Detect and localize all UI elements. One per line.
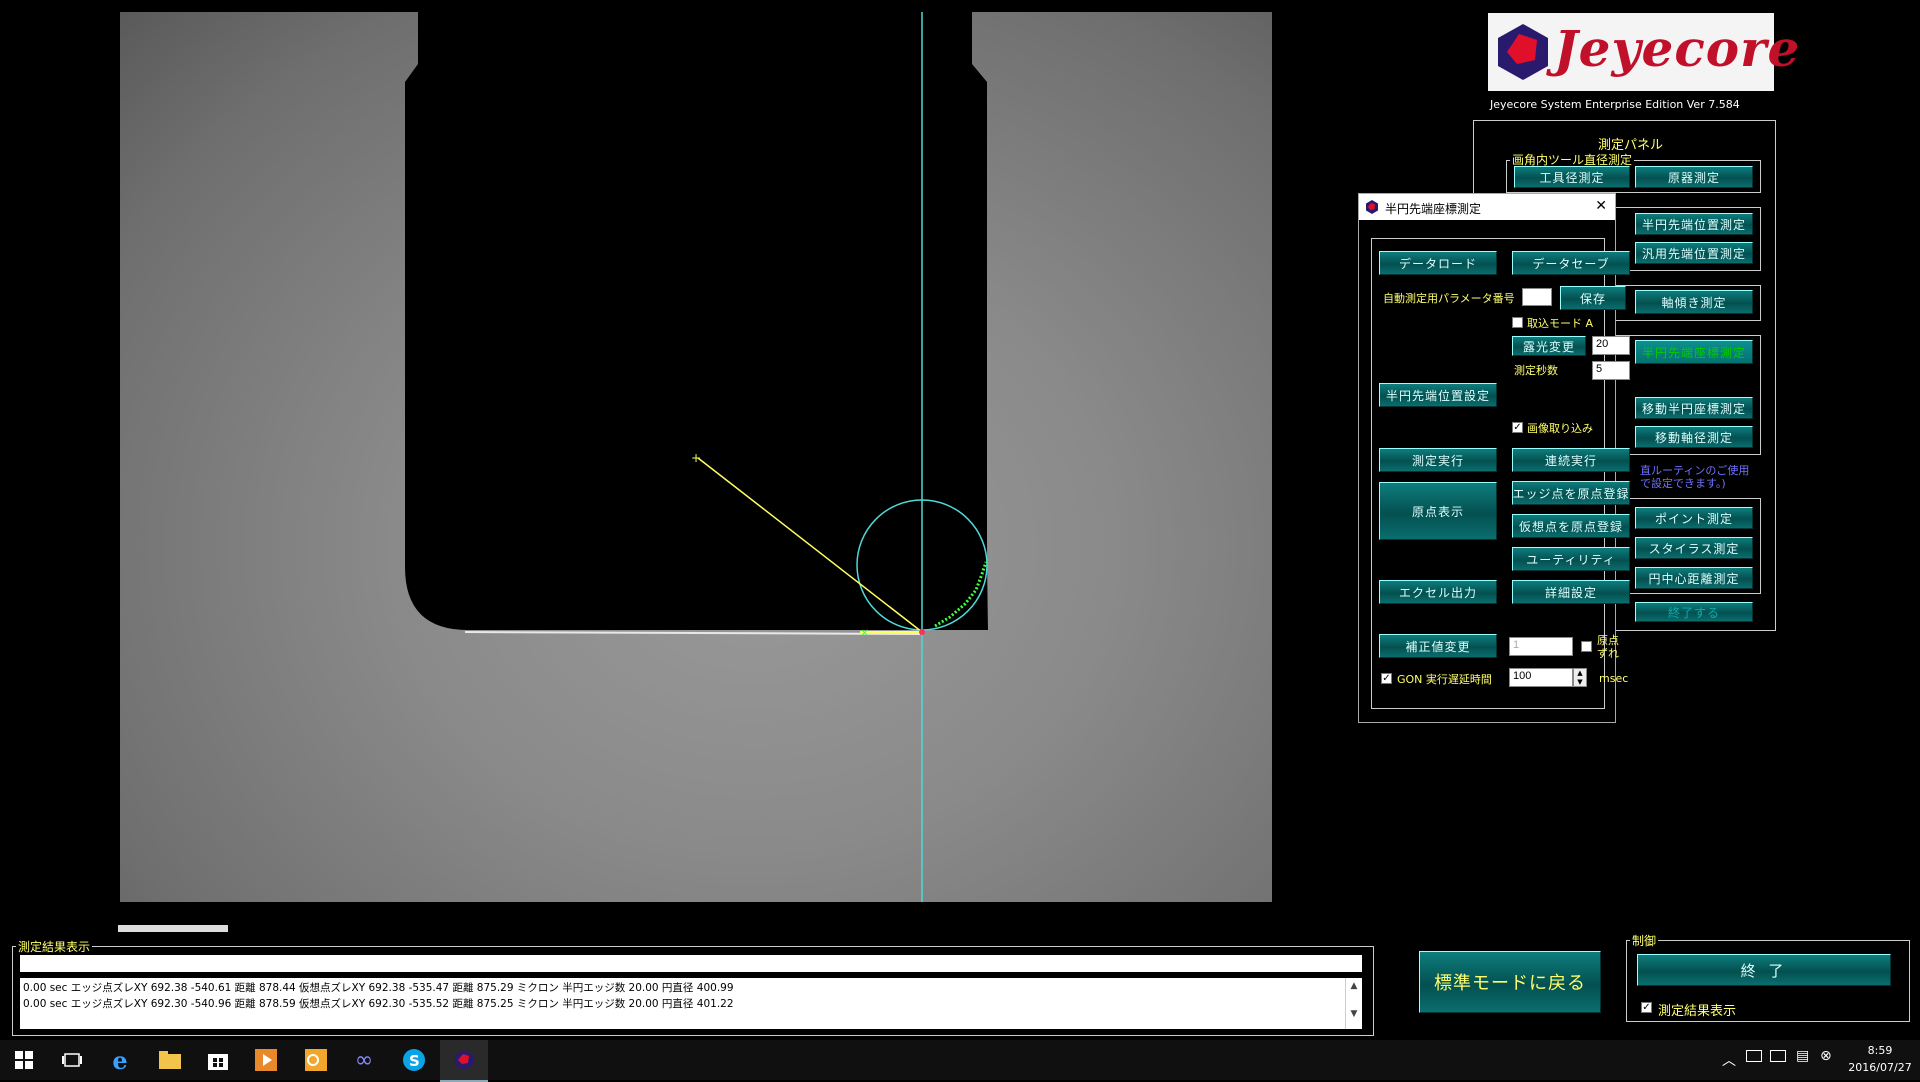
edition-label: Jeyecore System Enterprise Edition Ver 7… [1490, 98, 1740, 111]
semicircle-tip-button[interactable]: 半円先端位置測定 [1635, 213, 1753, 235]
results-scrollbar[interactable]: ▲ ▼ [1345, 978, 1362, 1029]
tray-message-icon[interactable]: ▤ [1796, 1048, 1809, 1064]
app-infinity-icon[interactable]: ∞ [352, 1048, 376, 1073]
tray-chevron-icon[interactable]: ︿ [1722, 1050, 1736, 1070]
close-icon[interactable]: ✕ [1595, 198, 1607, 214]
measure-exec-button[interactable]: 測定実行 [1379, 448, 1497, 472]
bottom-edge-highlight [464, 631, 921, 635]
scale-bar [118, 925, 228, 932]
result-line: 0.00 sec エッジ点ズレXY 692.30 -540.96 距離 878.… [23, 998, 734, 1010]
panel-bottom-button[interactable]: 終了する [1635, 602, 1753, 622]
outlook-icon[interactable] [304, 1048, 328, 1072]
data-load-button[interactable]: データロード [1379, 251, 1497, 275]
return-standard-mode-button[interactable]: 標準モードに戻る [1419, 951, 1601, 1013]
save-button[interactable]: 保存 [1560, 286, 1626, 310]
tip-point [919, 629, 925, 635]
exit-button[interactable]: 終 了 [1637, 954, 1891, 986]
semicircle-position-setting-button[interactable]: 半円先端位置設定 [1379, 383, 1497, 407]
logo-text: Jeyecore [1554, 19, 1801, 78]
stylus-measure-button[interactable]: スタイラス測定 [1635, 537, 1753, 559]
progress-bar [20, 955, 1362, 972]
image-capture-checkbox[interactable]: ✓ [1512, 422, 1523, 433]
results-list[interactable]: 0.00 sec エッジ点ズレXY 692.38 -540.61 距離 878.… [20, 978, 1362, 1029]
file-explorer-icon[interactable] [158, 1048, 182, 1072]
panel-note-2: で設定できます。) [1640, 477, 1726, 490]
circle-center-distance-button[interactable]: 円中心距離測定 [1635, 567, 1753, 589]
tray-display-icon[interactable] [1770, 1050, 1786, 1062]
measure-seconds-label: 測定秒数 [1514, 364, 1558, 377]
move-axis-button[interactable]: 移動軸径測定 [1635, 426, 1753, 448]
vector-start-marker: + [691, 451, 701, 465]
dialog-title: 半円先端座標測定 [1385, 202, 1482, 216]
slot-shape [405, 12, 988, 630]
media-player-icon[interactable] [254, 1048, 278, 1072]
show-results-label: 測定結果表示 [1658, 1004, 1737, 1019]
data-save-button[interactable]: データセーブ [1512, 251, 1630, 275]
camera-view[interactable]: + × [120, 12, 1272, 902]
tool-diameter-button[interactable]: 工具径測定 [1514, 166, 1630, 188]
param-number-label: 自動測定用パラメータ番号 [1383, 292, 1515, 305]
virtual-origin-register-button[interactable]: 仮想点を原点登録 [1512, 514, 1630, 538]
semicircle-tip-dialog: 半円先端座標測定 ✕ データロード データセーブ 自動測定用パラメータ番号 保存… [1358, 193, 1630, 723]
exposure-input[interactable]: 20 [1592, 336, 1630, 355]
correction-change-button[interactable]: 補正値変更 [1379, 634, 1497, 658]
store-icon[interactable] [206, 1048, 230, 1072]
exposure-change-button[interactable]: 露光変更 [1512, 336, 1586, 356]
origin-display-button[interactable]: 原点表示 [1379, 482, 1497, 540]
semicircle-coordinate-active-button[interactable]: 半円先端座標測定 [1635, 340, 1753, 364]
utility-button[interactable]: ユーティリティ [1512, 547, 1630, 571]
image-capture-label: 画像取り込み [1527, 422, 1593, 435]
origin-shift-label-2: ずれ [1597, 647, 1619, 660]
control-group-title: 制御 [1630, 932, 1659, 949]
task-view-icon[interactable] [60, 1048, 84, 1072]
app-hexagon-icon [1366, 200, 1378, 214]
detail-setting-button[interactable]: 詳細設定 [1512, 580, 1630, 604]
skype-icon[interactable]: S [402, 1048, 426, 1072]
capture-mode-checkbox[interactable] [1512, 317, 1523, 328]
svg-text:S: S [409, 1052, 420, 1070]
delay-input[interactable]: 100 [1509, 668, 1573, 687]
windows-start-icon[interactable] [12, 1048, 36, 1072]
results-group-title: 測定結果表示 [16, 938, 93, 955]
taskbar: e ∞ S ︿ ▤ ⊗ 8:59 2016/07/27 [0, 1040, 1920, 1082]
excel-output-button[interactable]: エクセル出力 [1379, 580, 1497, 604]
jeyecore-app-icon[interactable] [452, 1048, 476, 1072]
general-tip-button[interactable]: 汎用先端位置測定 [1635, 242, 1753, 264]
dialog-titlebar[interactable]: 半円先端座標測定 ✕ [1359, 194, 1615, 220]
correction-value-input[interactable]: 1 [1509, 637, 1573, 656]
capture-mode-label: 取込モード A [1527, 317, 1594, 330]
tray-network-icon[interactable] [1746, 1050, 1762, 1062]
show-results-checkbox[interactable]: ✓ [1641, 1002, 1652, 1013]
clock-time[interactable]: 8:59 [1850, 1044, 1910, 1057]
result-line: 0.00 sec エッジ点ズレXY 692.38 -540.61 距離 878.… [23, 982, 734, 994]
move-semicircle-button[interactable]: 移動半円座標測定 [1635, 397, 1753, 419]
tray-volume-icon[interactable]: ⊗ [1820, 1048, 1832, 1064]
camera-overlay: + × [405, 12, 988, 902]
axis-tilt-button[interactable]: 軸傾き測定 [1635, 290, 1753, 314]
logo-hexagon-icon [1498, 24, 1548, 80]
scroll-down-icon[interactable]: ▼ [1346, 1009, 1362, 1019]
gon-checkbox[interactable]: ✓ [1381, 673, 1392, 684]
msec-label: msec [1599, 672, 1629, 685]
measure-seconds-input[interactable]: 5 [1592, 361, 1630, 380]
origin-measure-button[interactable]: 原器測定 [1635, 166, 1753, 188]
scroll-up-icon[interactable]: ▲ [1346, 981, 1362, 991]
gon-delay-label: GON 実行遅延時間 [1397, 673, 1492, 686]
param-number-input[interactable] [1522, 288, 1552, 306]
clock-date[interactable]: 2016/07/27 [1840, 1061, 1920, 1074]
internet-explorer-icon[interactable]: e [108, 1046, 132, 1075]
edge-origin-register-button[interactable]: エッジ点を原点登録 [1512, 481, 1630, 505]
delay-spinner[interactable]: ▲ ▼ [1573, 668, 1587, 687]
origin-shift-checkbox[interactable] [1581, 641, 1592, 652]
point-measure-button[interactable]: ポイント測定 [1635, 507, 1753, 529]
continuous-exec-button[interactable]: 連続実行 [1512, 448, 1630, 472]
edge-marker: × [860, 626, 869, 639]
logo: Jeyecore [1488, 13, 1799, 91]
